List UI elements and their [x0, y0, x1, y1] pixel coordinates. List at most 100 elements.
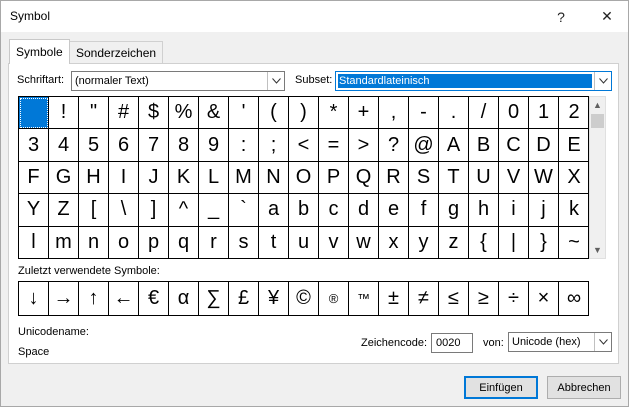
symbol-cell[interactable]: f — [409, 194, 439, 227]
scroll-down-icon[interactable]: ▼ — [590, 242, 605, 258]
recent-symbol-cell[interactable]: ® — [319, 282, 349, 315]
symbol-cell[interactable]: ( — [259, 97, 289, 130]
symbol-cell[interactable]: I — [109, 161, 139, 195]
symbol-cell[interactable]: " — [79, 97, 109, 130]
symbol-cell[interactable]: B — [469, 129, 499, 162]
tab-sonderzeichen[interactable]: Sonderzeichen — [69, 41, 164, 64]
symbol-cell[interactable]: A — [439, 129, 469, 162]
symbol-cell[interactable]: < — [289, 129, 319, 162]
recent-symbol-cell[interactable]: ∞ — [559, 282, 589, 315]
symbol-cell[interactable]: 4 — [49, 129, 79, 162]
symbol-cell[interactable]: ' — [229, 97, 259, 130]
symbol-cell[interactable]: q — [169, 226, 199, 259]
symbol-cell[interactable]: * — [319, 97, 349, 130]
symbol-cell[interactable]: / — [469, 97, 499, 130]
from-select[interactable]: Unicode (hex) — [508, 332, 612, 352]
symbol-cell[interactable]: : — [229, 129, 259, 162]
recent-symbol-cell[interactable]: ↑ — [79, 282, 109, 315]
symbol-cell[interactable]: > — [349, 129, 379, 162]
symbol-cell[interactable]: g — [439, 194, 469, 227]
symbol-cell[interactable]: F — [19, 161, 49, 195]
font-select[interactable]: (normaler Text) — [71, 71, 285, 91]
recent-symbol-cell[interactable]: ± — [379, 282, 409, 315]
symbol-cell[interactable]: 6 — [109, 129, 139, 162]
symbol-cell[interactable]: | — [499, 226, 529, 259]
symbol-cell[interactable]: E — [559, 129, 589, 162]
symbol-cell[interactable]: ^ — [169, 194, 199, 227]
symbol-cell[interactable]: \ — [109, 194, 139, 227]
symbol-cell[interactable]: G — [49, 161, 79, 195]
symbol-cell[interactable]: l — [19, 226, 49, 259]
symbol-cell[interactable]: Q — [349, 161, 379, 195]
symbol-cell[interactable]: Z — [49, 194, 79, 227]
symbol-cell[interactable]: & — [199, 97, 229, 130]
symbol-cell[interactable]: S — [409, 161, 439, 195]
symbol-cell[interactable]: s — [229, 226, 259, 259]
symbol-cell[interactable]: u — [289, 226, 319, 259]
symbol-cell[interactable]: i — [499, 194, 529, 227]
symbol-cell[interactable]: 0 — [499, 97, 529, 130]
subset-select[interactable]: Standardlateinisch — [335, 71, 612, 91]
symbol-cell[interactable]: n — [79, 226, 109, 259]
recent-symbol-cell[interactable]: ∑ — [199, 282, 229, 315]
symbol-cell[interactable]: Y — [19, 194, 49, 227]
symbol-cell[interactable]: 2 — [559, 97, 589, 130]
recent-symbol-cell[interactable]: £ — [229, 282, 259, 315]
symbol-cell[interactable]: _ — [199, 194, 229, 227]
symbol-cell[interactable]: [ — [79, 194, 109, 227]
symbol-cell[interactable]: , — [379, 97, 409, 130]
symbol-cell[interactable]: T — [439, 161, 469, 195]
symbol-cell[interactable]: v — [319, 226, 349, 259]
recent-symbol-cell[interactable]: ÷ — [499, 282, 529, 315]
symbol-cell[interactable]: ` — [229, 194, 259, 227]
symbol-cell[interactable]: V — [499, 161, 529, 195]
symbol-cell[interactable]: d — [349, 194, 379, 227]
symbol-cell[interactable]: r — [199, 226, 229, 259]
close-button[interactable]: ✕ — [587, 1, 627, 32]
symbol-cell[interactable]: M — [229, 161, 259, 195]
symbol-cell[interactable]: p — [139, 226, 169, 259]
recent-symbol-cell[interactable]: ¥ — [259, 282, 289, 315]
symbol-cell[interactable]: ) — [289, 97, 319, 130]
recent-symbol-cell[interactable]: ™ — [349, 282, 379, 315]
symbol-cell[interactable]: a — [259, 194, 289, 227]
symbol-cell[interactable]: = — [319, 129, 349, 162]
symbol-cell[interactable]: b — [289, 194, 319, 227]
symbol-cell[interactable]: C — [499, 129, 529, 162]
symbol-cell[interactable]: P — [319, 161, 349, 195]
symbol-cell[interactable]: R — [379, 161, 409, 195]
symbol-cell[interactable]: m — [49, 226, 79, 259]
symbol-cell[interactable]: 9 — [199, 129, 229, 162]
symbol-cell[interactable]: k — [559, 194, 589, 227]
recent-symbol-cell[interactable]: ≥ — [469, 282, 499, 315]
symbol-cell[interactable]: 1 — [529, 97, 559, 130]
symbol-cell[interactable]: { — [469, 226, 499, 259]
help-button[interactable]: ? — [541, 1, 581, 32]
symbol-cell[interactable]: U — [469, 161, 499, 195]
recent-symbol-cell[interactable]: ≤ — [439, 282, 469, 315]
symbol-cell[interactable]: 7 — [139, 129, 169, 162]
symbol-cell[interactable]: ; — [259, 129, 289, 162]
tab-symbole[interactable]: Symbole — [9, 39, 70, 64]
symbol-cell[interactable]: } — [529, 226, 559, 259]
symbol-cell[interactable]: x — [379, 226, 409, 259]
symbol-cell[interactable]: H — [79, 161, 109, 195]
symbol-cell[interactable]: h — [469, 194, 499, 227]
symbol-cell[interactable]: 5 — [79, 129, 109, 162]
symbol-cell[interactable]: y — [409, 226, 439, 259]
symbol-cell[interactable]: # — [109, 97, 139, 130]
symbol-cell[interactable]: ~ — [559, 227, 589, 259]
symbol-cell[interactable]: 3 — [19, 129, 49, 162]
symbol-cell[interactable]: X — [559, 162, 589, 195]
symbol-cell[interactable]: ! — [49, 97, 79, 130]
recent-symbol-cell[interactable]: ≠ — [409, 282, 439, 315]
symbol-cell[interactable]: w — [349, 226, 379, 259]
symbol-cell[interactable]: $ — [139, 97, 169, 130]
symbol-cell[interactable]: z — [439, 226, 469, 259]
symbol-cell[interactable]: c — [319, 194, 349, 227]
scroll-up-icon[interactable]: ▲ — [590, 97, 605, 113]
cancel-button[interactable]: Abbrechen — [547, 376, 621, 399]
insert-button[interactable]: Einfügen — [464, 376, 538, 399]
symbol-cell[interactable]: L — [199, 161, 229, 195]
scroll-thumb[interactable] — [591, 114, 604, 128]
